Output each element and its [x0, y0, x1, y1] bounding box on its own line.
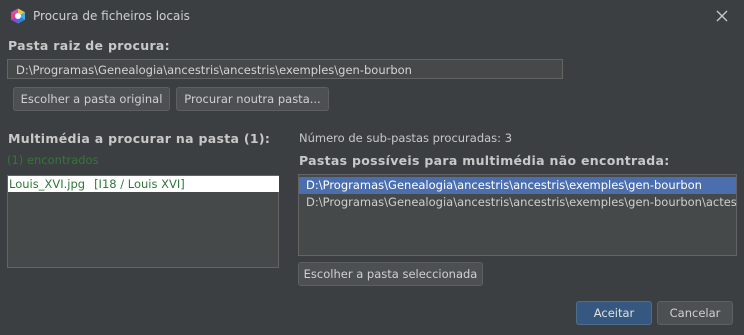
root-folder-field[interactable]: D:\Programas\Genealogia\ancestris\ancest…	[7, 59, 563, 79]
cancel-button[interactable]: Cancelar	[657, 301, 733, 325]
title-bar: Procura de ficheiros locais	[0, 0, 744, 32]
folder-list-item[interactable]: D:\Programas\Genealogia\ancestris\ancest…	[299, 194, 737, 211]
accept-button[interactable]: Aceitar	[576, 301, 652, 325]
media-search-label: Multimédia a procurar na pasta (1):	[8, 131, 271, 146]
folder-list-item[interactable]: D:\Programas\Genealogia\ancestris\ancest…	[299, 177, 736, 194]
found-count-label: (1) encontrados	[7, 153, 99, 167]
root-folder-label: Pasta raiz de procura:	[8, 38, 170, 53]
list-item[interactable]: Louis_XVI.jpg [I18 / Louis XVI]	[8, 176, 279, 192]
choose-selected-folder-button[interactable]: Escolher a pasta seleccionada	[298, 262, 483, 286]
choose-original-folder-button[interactable]: Escolher a pasta original	[13, 87, 170, 111]
search-other-folder-button[interactable]: Procurar noutra pasta...	[176, 87, 329, 111]
ancestris-logo-icon	[10, 8, 26, 24]
close-icon[interactable]	[712, 6, 732, 26]
media-individual-tag: [I18 / Louis XVI]	[94, 177, 185, 191]
folder-list[interactable]: D:\Programas\Genealogia\ancestris\ancest…	[298, 174, 737, 256]
subfolder-count-label: Número de sub-pastas procuradas: 3	[299, 131, 513, 145]
media-file-name: Louis_XVI.jpg	[9, 177, 86, 191]
window-title: Procura de ficheiros locais	[33, 9, 190, 23]
media-list[interactable]: Louis_XVI.jpg [I18 / Louis XVI]	[7, 175, 279, 268]
possible-folders-label: Pastas possíveis para multimédia não enc…	[299, 153, 670, 168]
